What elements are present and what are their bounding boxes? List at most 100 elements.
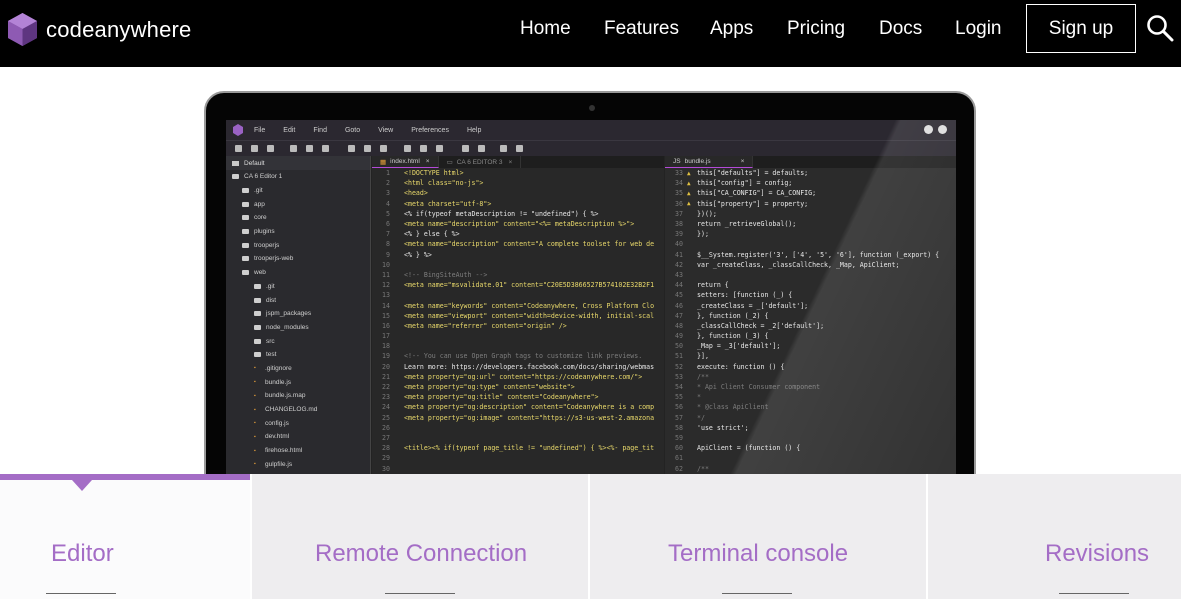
- file-tree-item[interactable]: ▪ firehose.html: [226, 444, 370, 458]
- code-line: 7 <% } else { %>: [372, 229, 664, 239]
- file-tree-item[interactable]: web: [226, 266, 370, 280]
- file-tree-item[interactable]: ▪ bundle.js.map: [226, 389, 370, 403]
- tab-ca6-editor-3[interactable]: ▭ CA 6 EDITOR 3 ×: [439, 156, 522, 168]
- file-tree-item[interactable]: trooperjs-web: [226, 252, 370, 266]
- close-icon[interactable]: ×: [426, 158, 430, 165]
- ide-menu-find[interactable]: Find: [313, 127, 327, 134]
- feature-tab-terminal-console[interactable]: Terminal console: [590, 474, 926, 599]
- ide-menu-goto[interactable]: Goto: [345, 127, 360, 134]
- line-number: 28: [382, 444, 390, 453]
- ide-menu-edit[interactable]: Edit: [283, 127, 295, 134]
- line-number: 59: [675, 433, 683, 442]
- file-tree-item[interactable]: .git: [226, 184, 370, 198]
- nav-apps[interactable]: Apps: [710, 18, 753, 40]
- code-text: /**: [697, 372, 709, 381]
- file-tree-item[interactable]: ▪ .gitignore: [226, 362, 370, 376]
- file-tree-item[interactable]: test: [226, 348, 370, 362]
- file-icon: ▪: [254, 406, 256, 413]
- code-text: var _createClass, _classCallCheck, _Map,…: [697, 260, 900, 269]
- folder-icon: [254, 324, 261, 330]
- feature-tab-underline: [385, 593, 455, 594]
- find-icon[interactable]: [348, 145, 355, 152]
- file-tree-item[interactable]: ▪ CHANGELOG.md: [226, 403, 370, 417]
- code-line: 5 <% if(typeof metaDescription != "undef…: [372, 209, 664, 219]
- code-line: 40: [665, 239, 956, 249]
- save-icon[interactable]: [251, 145, 258, 152]
- html-icon[interactable]: [380, 145, 387, 152]
- file-tree-item[interactable]: app: [226, 197, 370, 211]
- editor-pane-left: ▦ index.html × ▭ CA 6 EDITOR 3 × 1 <!DOCTYPE …: [372, 156, 664, 480]
- line-number: 4: [386, 199, 390, 208]
- feature-tab-underline: [46, 593, 116, 594]
- tab-bundle-js[interactable]: JS bundle.js ×: [665, 156, 754, 168]
- file-tree-item[interactable]: plugins: [226, 225, 370, 239]
- sidebar-title: Default: [244, 159, 265, 167]
- file-tree-item[interactable]: src: [226, 334, 370, 348]
- file-tree-item[interactable]: ▪ gulpfile.js: [226, 457, 370, 471]
- tab-index-html[interactable]: ▦ index.html ×: [372, 156, 439, 168]
- feature-tab-editor[interactable]: Editor: [0, 474, 250, 599]
- split-view-icon[interactable]: [404, 145, 411, 152]
- file-tree-label: gulpfile.js: [265, 460, 293, 468]
- nav-login[interactable]: Login: [955, 18, 1002, 40]
- file-tree-label: config.js: [265, 419, 289, 427]
- share-icon[interactable]: [462, 145, 469, 152]
- nav-home[interactable]: Home: [520, 18, 571, 40]
- search-icon[interactable]: [1146, 14, 1174, 42]
- file-tree-item[interactable]: ▪ config.js: [226, 416, 370, 430]
- line-number: 34: [675, 179, 683, 188]
- sign-up-button[interactable]: Sign up: [1026, 4, 1136, 53]
- feature-tab-label: Terminal console: [668, 540, 849, 567]
- code-area-right[interactable]: 33 ▲ this["defaults"] = defaults; 34 ▲ this…: [665, 168, 956, 474]
- ide-menu-help[interactable]: Help: [467, 127, 481, 134]
- code-area-left[interactable]: 1 <!DOCTYPE html> 2 <html class="no-js"> 3 <…: [372, 168, 664, 474]
- ide-menu-preferences[interactable]: Preferences: [411, 127, 449, 134]
- refresh-icon[interactable]: [322, 145, 329, 152]
- close-icon[interactable]: ×: [741, 158, 745, 165]
- run-icon[interactable]: [500, 145, 507, 152]
- replace-icon[interactable]: [364, 145, 371, 152]
- file-tree-item[interactable]: ▪ bundle.js: [226, 375, 370, 389]
- history-icon[interactable]: [478, 145, 485, 152]
- code-text: return _retrieveGlobal();: [697, 220, 797, 229]
- redo-icon[interactable]: [306, 145, 313, 152]
- file-tree-label: CA 6 Editor 1: [244, 173, 283, 181]
- html-file-icon: ▦: [380, 158, 387, 166]
- code-line: 36 ▲ this["property"] = property;: [665, 199, 956, 209]
- line-number: 18: [382, 342, 390, 351]
- file-tree-item[interactable]: trooperjs: [226, 238, 370, 252]
- nav-pricing[interactable]: Pricing: [787, 18, 845, 40]
- settings-icon[interactable]: [516, 145, 523, 152]
- js-file-icon: JS: [673, 158, 681, 165]
- line-number: 43: [675, 270, 683, 279]
- file-tree-item[interactable]: node_modules: [226, 321, 370, 335]
- file-tree-item[interactable]: CA 6 Editor 1: [226, 170, 370, 184]
- logo[interactable]: codeanywhere: [5, 12, 192, 47]
- file-tree-item[interactable]: jspm_packages: [226, 307, 370, 321]
- nav-docs[interactable]: Docs: [879, 18, 922, 40]
- code-text: }],: [697, 352, 709, 361]
- file-tree-item[interactable]: core: [226, 211, 370, 225]
- feature-tab-remote-connection[interactable]: Remote Connection: [252, 474, 588, 599]
- ide-menu-view[interactable]: View: [378, 127, 393, 134]
- new-file-icon[interactable]: [235, 145, 242, 152]
- undo-icon[interactable]: [290, 145, 297, 152]
- list-icon[interactable]: [436, 145, 443, 152]
- layout-icon[interactable]: [420, 145, 427, 152]
- file-tree-item[interactable]: dist: [226, 293, 370, 307]
- feature-tab-revisions[interactable]: Revisions: [928, 474, 1181, 599]
- ide-menu-file[interactable]: File: [254, 127, 265, 134]
- file-tree-item[interactable]: .git: [226, 280, 370, 294]
- code-text: ApiClient = (function () {: [697, 444, 801, 453]
- close-icon[interactable]: ×: [509, 159, 513, 166]
- top-navigation-bar: codeanywhere Home Features Apps Pricing …: [0, 0, 1181, 67]
- terminal-icon: ▭: [446, 159, 453, 166]
- line-number: 24: [382, 403, 390, 412]
- save-all-icon[interactable]: [267, 145, 274, 152]
- nav-features[interactable]: Features: [604, 18, 679, 40]
- logo-text: codeanywhere: [46, 16, 192, 42]
- code-line: 2 <html class="no-js">: [372, 178, 664, 188]
- user-icon[interactable]: [924, 125, 933, 134]
- file-tree-item[interactable]: ▪ dev.html: [226, 430, 370, 444]
- account-icon[interactable]: [938, 125, 947, 134]
